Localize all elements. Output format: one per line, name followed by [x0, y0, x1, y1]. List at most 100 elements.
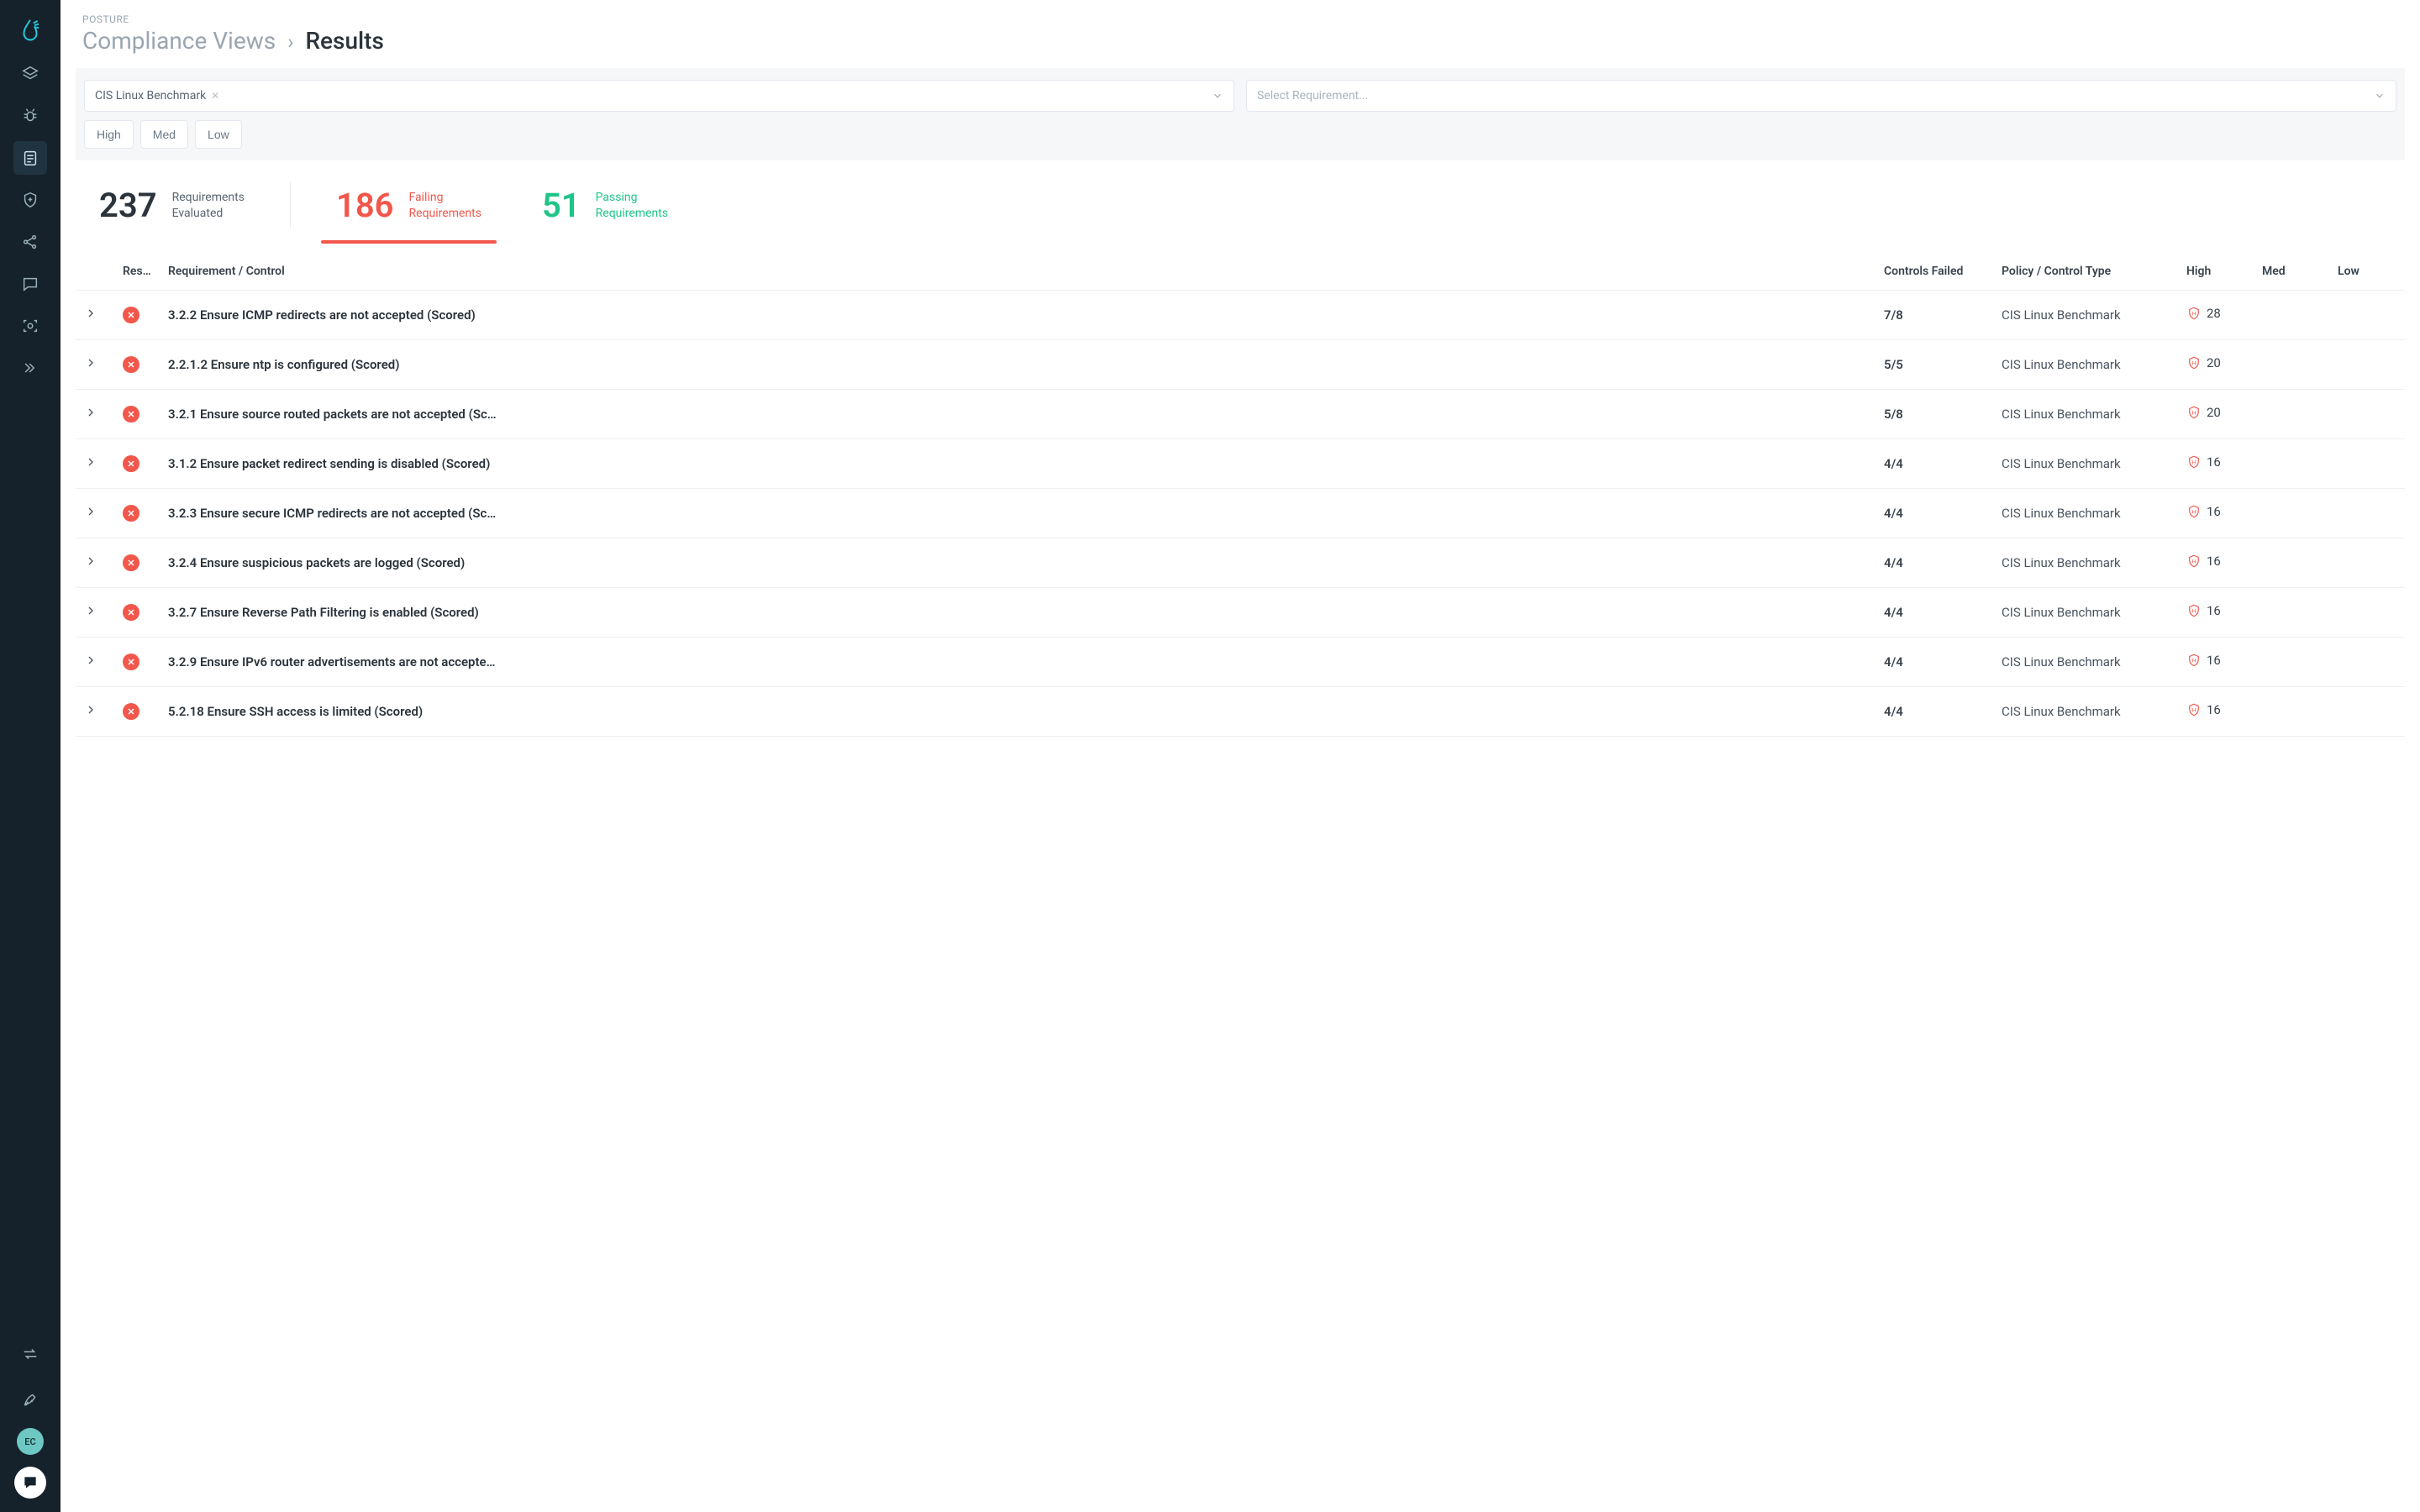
- table-row[interactable]: 3.2.4 Ensure suspicious packets are logg…: [76, 538, 2405, 588]
- row-controls-failed: 5/5: [1876, 340, 1993, 390]
- nav-layers[interactable]: [13, 57, 47, 91]
- row-controls-failed: 5/8: [1876, 390, 1993, 439]
- table-row[interactable]: 3.2.9 Ensure IPv6 router advertisements …: [76, 638, 2405, 687]
- row-controls-failed: 4/4: [1876, 687, 1993, 737]
- fail-icon: [123, 554, 139, 571]
- row-expander[interactable]: [84, 455, 97, 469]
- row-requirement: 3.2.7 Ensure Reverse Path Filtering is e…: [160, 588, 1876, 638]
- row-controls-failed: 4/4: [1876, 638, 1993, 687]
- table-row[interactable]: 3.2.7 Ensure Reverse Path Filtering is e…: [76, 588, 2405, 638]
- row-expander[interactable]: [84, 703, 97, 717]
- svg-text:H: H: [2192, 310, 2196, 317]
- stats-row: 237 Requirements Evaluated 186 Failing R…: [60, 160, 2420, 244]
- stat-total-label: Requirements Evaluated: [172, 190, 245, 222]
- table-row[interactable]: 3.2.1 Ensure source routed packets are n…: [76, 390, 2405, 439]
- svg-text:H: H: [2192, 607, 2196, 614]
- col-header-low[interactable]: Low: [2329, 253, 2405, 291]
- col-header-result[interactable]: Res…: [114, 253, 160, 291]
- svg-text:H: H: [2192, 657, 2196, 664]
- svg-text:H: H: [2192, 459, 2196, 465]
- shield-high-icon: H: [2186, 653, 2202, 668]
- table-row[interactable]: 3.1.2 Ensure packet redirect sending is …: [76, 439, 2405, 489]
- benchmark-chip-label: CIS Linux Benchmark: [95, 89, 206, 102]
- fail-icon: [123, 307, 139, 323]
- row-expander[interactable]: [84, 505, 97, 518]
- fail-icon: [123, 505, 139, 522]
- nav-compliance[interactable]: [13, 141, 47, 175]
- stat-total[interactable]: 237 Requirements Evaluated: [84, 177, 260, 244]
- row-requirement: 2.2.1.2 Ensure ntp is configured (Scored…: [160, 340, 1876, 390]
- row-controls-failed: 4/4: [1876, 538, 1993, 588]
- breadcrumb-parent[interactable]: Compliance Views: [82, 27, 276, 55]
- table-row[interactable]: 5.2.18 Ensure SSH access is limited (Sco…: [76, 687, 2405, 737]
- nav-shield[interactable]: [13, 183, 47, 217]
- stat-passing[interactable]: 51 Passing Requirements: [527, 177, 683, 244]
- col-header-controls-failed[interactable]: Controls Failed: [1876, 253, 1993, 291]
- severity-filter-low[interactable]: Low: [195, 120, 242, 149]
- row-policy: CIS Linux Benchmark: [1993, 687, 2178, 737]
- stat-passing-label: Passing Requirements: [596, 190, 668, 222]
- col-header-high[interactable]: High: [2178, 253, 2254, 291]
- col-header-requirement[interactable]: Requirement / Control: [160, 253, 1876, 291]
- col-header-policy[interactable]: Policy / Control Type: [1993, 253, 2178, 291]
- nav-expand[interactable]: [13, 351, 47, 385]
- avatar-initials: EC: [24, 1436, 35, 1447]
- benchmark-select[interactable]: CIS Linux Benchmark ✕: [84, 80, 1234, 112]
- table-row[interactable]: 2.2.1.2 Ensure ntp is configured (Scored…: [76, 340, 2405, 390]
- shield-high-icon: H: [2186, 306, 2202, 321]
- row-requirement: 3.2.4 Ensure suspicious packets are logg…: [160, 538, 1876, 588]
- svg-text:H: H: [2192, 706, 2196, 713]
- header-eyebrow: POSTURE: [82, 13, 2398, 25]
- nav-bug[interactable]: [13, 99, 47, 133]
- fail-icon: [123, 406, 139, 423]
- shield-high-icon: H: [2186, 554, 2202, 569]
- col-header-med[interactable]: Med: [2254, 253, 2329, 291]
- nav-rocket[interactable]: [13, 1383, 47, 1416]
- benchmark-chip-remove[interactable]: ✕: [211, 90, 219, 102]
- row-expander[interactable]: [84, 604, 97, 617]
- row-high-count: 16: [2207, 454, 2221, 470]
- nav-capture[interactable]: [13, 309, 47, 343]
- row-high-count: 20: [2207, 355, 2221, 370]
- row-controls-failed: 4/4: [1876, 439, 1993, 489]
- chevron-down-icon: [2374, 90, 2386, 102]
- support-chat-button[interactable]: [14, 1467, 46, 1499]
- nav-sync[interactable]: [13, 1337, 47, 1371]
- table-row[interactable]: 3.2.3 Ensure secure ICMP redirects are n…: [76, 489, 2405, 538]
- row-requirement: 3.1.2 Ensure packet redirect sending is …: [160, 439, 1876, 489]
- table-row[interactable]: 3.2.2 Ensure ICMP redirects are not acce…: [76, 291, 2405, 340]
- row-high-count: 28: [2207, 306, 2221, 321]
- stat-failing-value: 186: [336, 186, 394, 225]
- nav-graph[interactable]: [13, 225, 47, 259]
- severity-filter-med[interactable]: Med: [140, 120, 188, 149]
- stat-failing[interactable]: 186 Failing Requirements: [321, 177, 497, 244]
- row-expander[interactable]: [84, 356, 97, 370]
- row-high-count: 16: [2207, 603, 2221, 618]
- stat-total-value: 237: [99, 186, 157, 225]
- row-expander[interactable]: [84, 654, 97, 667]
- sidebar: EC: [0, 0, 60, 1512]
- row-expander[interactable]: [84, 554, 97, 568]
- fail-icon: [123, 654, 139, 670]
- nav-chat[interactable]: [13, 267, 47, 301]
- stat-divider: [290, 182, 291, 228]
- row-requirement: 3.2.1 Ensure source routed packets are n…: [160, 390, 1876, 439]
- severity-filter-high[interactable]: High: [84, 120, 134, 149]
- fail-icon: [123, 455, 139, 472]
- row-expander[interactable]: [84, 406, 97, 419]
- svg-text:H: H: [2192, 360, 2196, 366]
- svg-text:H: H: [2192, 558, 2196, 564]
- svg-text:H: H: [2192, 409, 2196, 416]
- shield-high-icon: H: [2186, 702, 2202, 717]
- row-expander[interactable]: [84, 307, 97, 320]
- requirement-placeholder: Select Requirement...: [1257, 89, 1368, 102]
- row-requirement: 3.2.3 Ensure secure ICMP redirects are n…: [160, 489, 1876, 538]
- requirement-select[interactable]: Select Requirement...: [1246, 80, 2396, 112]
- row-high-count: 16: [2207, 653, 2221, 668]
- row-policy: CIS Linux Benchmark: [1993, 588, 2178, 638]
- shield-high-icon: H: [2186, 405, 2202, 420]
- breadcrumb: Compliance Views › Results: [82, 27, 2398, 55]
- stat-passing-value: 51: [542, 186, 581, 225]
- user-avatar[interactable]: EC: [17, 1428, 44, 1455]
- fail-icon: [123, 356, 139, 373]
